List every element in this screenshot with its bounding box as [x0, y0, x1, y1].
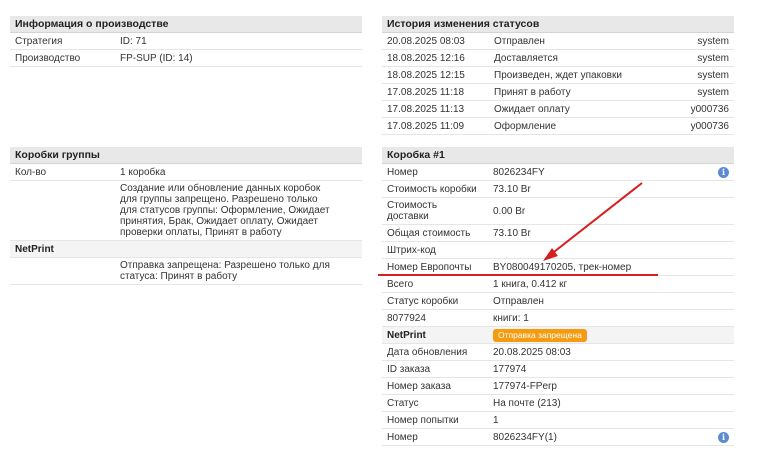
box-number-label: Номер — [382, 163, 488, 181]
history-status: Ожидает оплату — [489, 100, 671, 118]
box-status-label: Статус коробки — [382, 292, 488, 310]
table-row: Номер заказа 177974-FPerp — [382, 377, 734, 395]
europost-label: Номер Европочты — [382, 258, 488, 276]
history-date: 17.08.2025 11:13 — [382, 100, 489, 118]
history-status: Принят в работу — [489, 83, 671, 101]
table-row: Номер 8026234FY(1) i — [382, 428, 734, 446]
info-icon[interactable]: i — [718, 166, 729, 178]
annotation-underline — [378, 274, 658, 276]
production-label: Производство — [10, 49, 115, 67]
table-row: Статус На почте (213) — [382, 394, 734, 412]
attempt-value: 1 — [488, 411, 734, 429]
table-row: NetPrint Отправка запрещена — [382, 326, 734, 344]
history-user: system — [670, 32, 734, 50]
table-row: 18.08.2025 12:16 Доставляется system — [382, 49, 734, 67]
table-row: Номер попытки 1 — [382, 411, 734, 429]
table-row: Стратегия ID: 71 — [10, 32, 362, 50]
item-value: книги: 1 — [488, 309, 734, 327]
table-row: Стоимость коробки 73.10 Br — [382, 180, 734, 198]
table-row: Отправка запрещена: Разрешено только для… — [10, 257, 362, 285]
info-icon[interactable]: i — [718, 431, 729, 443]
table-row: 20.08.2025 08:03 Отправлен system — [382, 32, 734, 50]
send-forbidden-badge: Отправка запрещена — [493, 328, 587, 342]
table-row: Статус коробки Отправлен — [382, 292, 734, 310]
group-boxes-panel: Коробки группы Кол-во 1 коробка Создание… — [10, 147, 362, 285]
history-user: system — [670, 83, 734, 101]
attempt-label: Номер попытки — [382, 411, 488, 429]
history-status: Оформление — [489, 117, 671, 135]
box-cost-value: 73.10 Br — [488, 180, 734, 198]
box-title: Коробка #1 — [382, 147, 734, 164]
strategy-label: Стратегия — [10, 32, 115, 50]
europost-value: BY080049170205, трек-номер — [488, 258, 734, 276]
updated-label: Дата обновления — [382, 343, 488, 361]
total-cost-label: Общая стоимость — [382, 224, 488, 242]
table-row: NetPrint — [10, 240, 362, 258]
delivery-cost-value: 0.00 Br — [488, 197, 734, 225]
delivery-cost-label: Стоимость доставки — [382, 197, 488, 225]
order-id-label: ID заказа — [382, 360, 488, 378]
box-cost-label: Стоимость коробки — [382, 180, 488, 198]
order-number-value: 177974-FPerp — [488, 377, 734, 395]
table-row: Производство FP-SUP (ID: 14) — [10, 49, 362, 67]
table-row: 17.08.2025 11:13 Ожидает оплату y000736 — [382, 100, 734, 118]
total-cost-value: 73.10 Br — [488, 224, 734, 242]
box-number-value: 8026234FY — [488, 163, 704, 181]
order-id-value: 177974 — [488, 360, 734, 378]
order-number-label: Номер заказа — [382, 377, 488, 395]
status-label: Статус — [382, 394, 488, 412]
box-status-value: Отправлен — [488, 292, 734, 310]
table-row: Номер Европочты BY080049170205, трек-ном… — [382, 258, 734, 276]
box-netprint-label: NetPrint — [382, 326, 488, 344]
table-row: Дата обновления 20.08.2025 08:03 — [382, 343, 734, 361]
production-title: Информация о производстве — [10, 16, 362, 33]
history-date: 17.08.2025 11:18 — [382, 83, 489, 101]
history-user: y000736 — [670, 100, 734, 118]
total-items-label: Всего — [382, 275, 488, 293]
table-row: 17.08.2025 11:09 Оформление y000736 — [382, 117, 734, 135]
history-user: system — [670, 49, 734, 67]
table-row: 8077924 книги: 1 — [382, 309, 734, 327]
table-row: Номер 8026234FY i — [382, 163, 734, 181]
table-row: Создание или обновление данных коробок д… — [10, 180, 362, 241]
netprint-label: NetPrint — [10, 240, 362, 258]
table-row: Кол-во 1 коробка — [10, 163, 362, 181]
netprint-forbidden-note: Отправка запрещена: Разрешено только для… — [115, 257, 362, 285]
table-row: ID заказа 177974 — [382, 360, 734, 378]
barcode-value — [488, 241, 734, 259]
table-row: Всего 1 книга, 0.412 кг — [382, 275, 734, 293]
status-value: На почте (213) — [488, 394, 734, 412]
history-date: 17.08.2025 11:09 — [382, 117, 489, 135]
history-title: История изменения статусов — [382, 16, 734, 33]
table-row: Общая стоимость 73.10 Br — [382, 224, 734, 242]
history-user: system — [670, 66, 734, 84]
box-number2-label: Номер — [382, 428, 488, 446]
production-value: FP-SUP (ID: 14) — [115, 49, 362, 67]
table-row: Штрих-код — [382, 241, 734, 259]
box-number2-value: 8026234FY(1) — [488, 428, 704, 446]
status-history-panel: История изменения статусов 20.08.2025 08… — [382, 16, 734, 135]
history-date: 18.08.2025 12:16 — [382, 49, 489, 67]
count-label: Кол-во — [10, 163, 115, 181]
strategy-value: ID: 71 — [115, 32, 362, 50]
production-panel: Информация о производстве Стратегия ID: … — [10, 16, 362, 67]
history-status: Произведен, ждет упаковки — [489, 66, 671, 84]
barcode-label: Штрих-код — [382, 241, 488, 259]
box-panel: Коробка #1 Номер 8026234FY i Стоимость к… — [382, 147, 734, 446]
table-row: 17.08.2025 11:18 Принят в работу system — [382, 83, 734, 101]
history-status: Доставляется — [489, 49, 671, 67]
updated-value: 20.08.2025 08:03 — [488, 343, 734, 361]
table-row: 18.08.2025 12:15 Произведен, ждет упаков… — [382, 66, 734, 84]
history-date: 20.08.2025 08:03 — [382, 32, 489, 50]
history-status: Отправлен — [489, 32, 671, 50]
table-row: Стоимость доставки 0.00 Br — [382, 197, 734, 225]
total-items-value: 1 книга, 0.412 кг — [488, 275, 734, 293]
history-date: 18.08.2025 12:15 — [382, 66, 489, 84]
create-forbidden-note: Создание или обновление данных коробок д… — [115, 180, 362, 241]
count-value: 1 коробка — [115, 163, 362, 181]
group-boxes-title: Коробки группы — [10, 147, 362, 164]
history-user: y000736 — [670, 117, 734, 135]
item-code: 8077924 — [382, 309, 488, 327]
